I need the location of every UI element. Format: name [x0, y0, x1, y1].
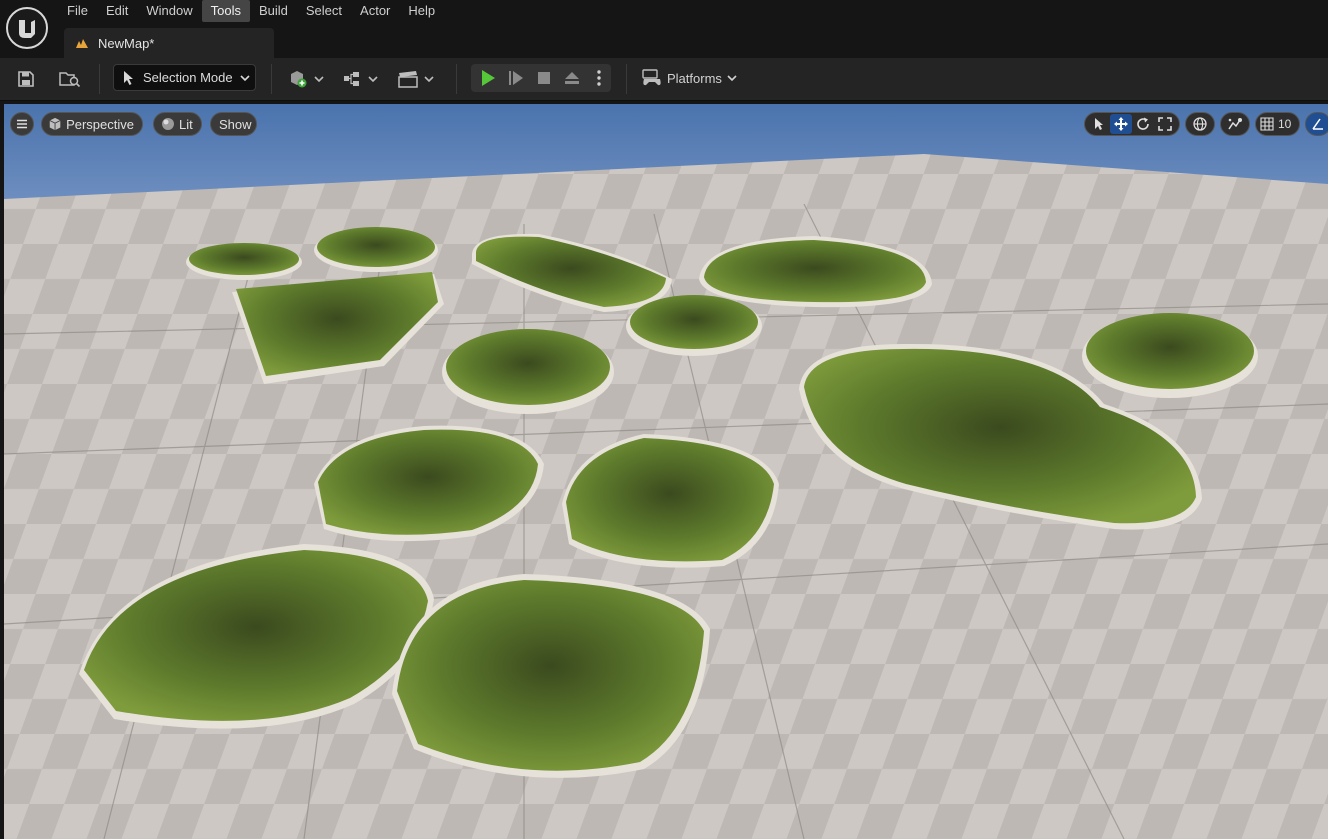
menu-window[interactable]: Window: [137, 0, 201, 22]
show-flags-button[interactable]: Show: [210, 112, 257, 136]
lit-label: Lit: [179, 116, 193, 132]
document-tab-label: NewMap*: [98, 35, 155, 51]
browse-content-button[interactable]: [56, 65, 84, 93]
play-icon: [482, 70, 495, 86]
blueprint-icon: [344, 72, 378, 86]
chevron-down-icon: [240, 74, 250, 81]
platforms-dropdown[interactable]: Platforms: [641, 64, 738, 92]
chevron-down-icon: [727, 75, 737, 82]
transform-tools: [1084, 112, 1180, 136]
viewport-scene: [4, 104, 1328, 839]
blueprints-button[interactable]: [342, 65, 382, 93]
add-actor-icon: [291, 71, 324, 88]
scale-tool-button[interactable]: [1154, 114, 1176, 134]
grid-snap-group[interactable]: 10: [1255, 112, 1301, 136]
translate-tool-button[interactable]: [1110, 114, 1132, 134]
unreal-logo-icon[interactable]: [5, 6, 49, 50]
perspective-view-button[interactable]: Perspective: [41, 112, 143, 136]
surface-snapping-button[interactable]: [1220, 112, 1250, 136]
menu-file[interactable]: File: [58, 0, 97, 22]
play-button[interactable]: [475, 64, 501, 92]
garden-bed[interactable]: [314, 227, 438, 272]
folder-search-icon: [59, 72, 81, 88]
toolbar-separator: [456, 64, 457, 94]
cursor-icon: [1095, 118, 1103, 130]
rotate-icon: [1137, 117, 1149, 130]
title-bar: File Edit Window Tools Build Select Acto…: [0, 0, 1328, 58]
viewport-transform-toolbar: 10: [1084, 112, 1328, 136]
selection-mode-label: Selection Mode: [143, 70, 233, 85]
cursor-icon: [124, 70, 133, 85]
sphere-icon: [162, 118, 174, 130]
menu-bar: File Edit Window Tools Build Select Acto…: [58, 0, 444, 22]
garden-bed[interactable]: [626, 295, 762, 356]
save-icon: [18, 71, 34, 87]
world-local-toggle[interactable]: [1185, 112, 1215, 136]
hamburger-menu-icon: [17, 119, 27, 129]
menu-tools[interactable]: Tools: [201, 0, 250, 22]
advance-frame-button[interactable]: [503, 64, 529, 92]
stop-icon: [538, 72, 550, 84]
rotation-snap-button[interactable]: [1305, 112, 1328, 136]
kebab-menu-icon: [597, 70, 601, 86]
lit-view-mode-button[interactable]: Lit: [153, 112, 202, 136]
scale-icon: [1158, 117, 1172, 131]
step-forward-icon: [509, 71, 523, 85]
garden-bed[interactable]: [392, 574, 710, 778]
viewport-options-button[interactable]: [10, 112, 34, 136]
show-label: Show: [219, 116, 252, 132]
menu-actor[interactable]: Actor: [351, 0, 399, 22]
save-button[interactable]: [12, 65, 40, 93]
eject-icon: [565, 72, 579, 84]
level-viewport[interactable]: Perspective Lit Show 10: [4, 104, 1328, 839]
surface-snap-icon: [1228, 118, 1242, 130]
garden-bed[interactable]: [442, 329, 614, 414]
level-icon: [76, 39, 88, 48]
garden-bed[interactable]: [186, 243, 302, 280]
garden-bed[interactable]: [1082, 313, 1258, 398]
platforms-label: Platforms: [667, 70, 722, 86]
quick-add-button[interactable]: [286, 65, 328, 93]
move-arrows-icon: [1114, 117, 1128, 131]
play-options-button[interactable]: [589, 64, 609, 92]
toolbar-separator: [626, 64, 627, 94]
menu-help[interactable]: Help: [399, 0, 444, 22]
clapperboard-icon: [398, 71, 434, 88]
angle-icon: [1312, 118, 1324, 130]
eject-button[interactable]: [559, 64, 585, 92]
toolbar-separator: [271, 64, 272, 94]
rotate-tool-button[interactable]: [1132, 114, 1154, 134]
grid-size-value: 10: [1278, 117, 1292, 131]
play-controls: [471, 64, 611, 92]
menu-select[interactable]: Select: [297, 0, 351, 22]
document-tab-newmap[interactable]: NewMap*: [64, 28, 274, 58]
menu-edit[interactable]: Edit: [97, 0, 137, 22]
menu-build[interactable]: Build: [250, 0, 297, 22]
toolbar-separator: [99, 64, 100, 94]
gamepad-icon: [642, 69, 661, 86]
select-tool-button[interactable]: [1088, 114, 1110, 134]
grid-icon: [1260, 117, 1274, 131]
globe-icon: [1193, 117, 1207, 131]
perspective-label: Perspective: [66, 116, 134, 132]
stop-button[interactable]: [531, 64, 557, 92]
selection-mode-dropdown[interactable]: Selection Mode: [113, 64, 256, 91]
cinematics-button[interactable]: [397, 65, 437, 93]
cube-icon: [49, 117, 61, 131]
